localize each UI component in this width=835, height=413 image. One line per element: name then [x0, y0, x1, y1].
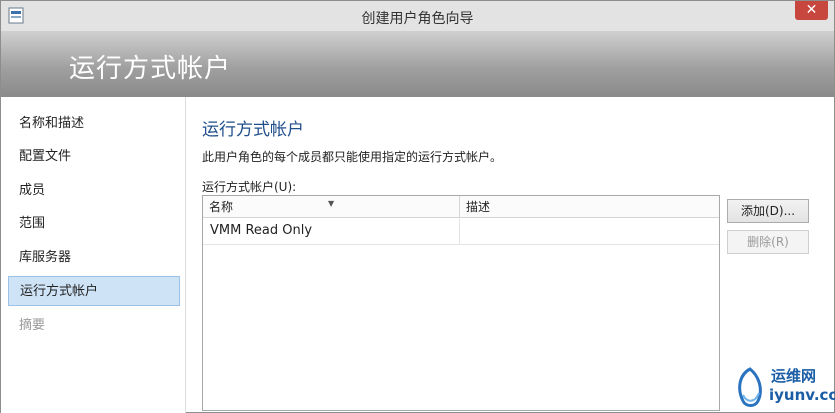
watermark-cn: 运维网	[771, 367, 817, 385]
nav-item-scope[interactable]: 范围	[8, 209, 180, 239]
window-title: 创建用户角色向导	[361, 11, 474, 27]
accounts-list-label: 运行方式帐户(U):	[202, 180, 297, 194]
watermark-en: iyunv.com	[769, 386, 835, 404]
column-divider	[459, 219, 460, 244]
column-header-description[interactable]: 描述	[460, 196, 719, 218]
nav-item-members[interactable]: 成员	[8, 176, 180, 206]
remove-button: 删除(R)	[727, 230, 809, 254]
wizard-window: 创建用户角色向导 ✕ 运行方式帐户 名称和描述 配置文件 成员 范围 库服务器 …	[0, 0, 835, 413]
page-heading: 运行方式帐户	[202, 120, 304, 140]
wizard-header: 运行方式帐户	[1, 32, 834, 97]
nav-item-run-as-accounts[interactable]: 运行方式帐户	[8, 276, 180, 306]
cell-account-name: VMM Read Only	[210, 223, 313, 238]
title-bar[interactable]: 创建用户角色向导 ✕	[1, 1, 834, 32]
add-button[interactable]: 添加(D)...	[727, 199, 809, 223]
wizard-nav: 名称和描述 配置文件 成员 范围 库服务器 运行方式帐户 摘要	[1, 97, 186, 413]
watermark-logo-icon	[738, 367, 762, 407]
nav-item-profile[interactable]: 配置文件	[8, 142, 180, 172]
run-as-accounts-list[interactable]: 名称 ▼ 描述 VMM Read Only	[202, 195, 720, 411]
header-title: 运行方式帐户	[69, 54, 232, 84]
nav-item-name-description[interactable]: 名称和描述	[8, 109, 180, 139]
nav-item-summary: 摘要	[19, 318, 46, 333]
nav-item-library-servers[interactable]: 库服务器	[8, 243, 180, 273]
page-description: 此用户角色的每个成员都只能使用指定的运行方式帐户。	[202, 150, 503, 164]
close-button[interactable]: ✕	[795, 1, 828, 20]
sort-arrow-icon: ▼	[328, 199, 335, 208]
watermark: 运维网 iyunv.com	[729, 363, 835, 411]
column-header-name[interactable]: 名称 ▼	[203, 196, 460, 218]
table-row[interactable]: VMM Read Only	[203, 219, 719, 245]
column-header-name-label: 名称	[209, 200, 234, 214]
